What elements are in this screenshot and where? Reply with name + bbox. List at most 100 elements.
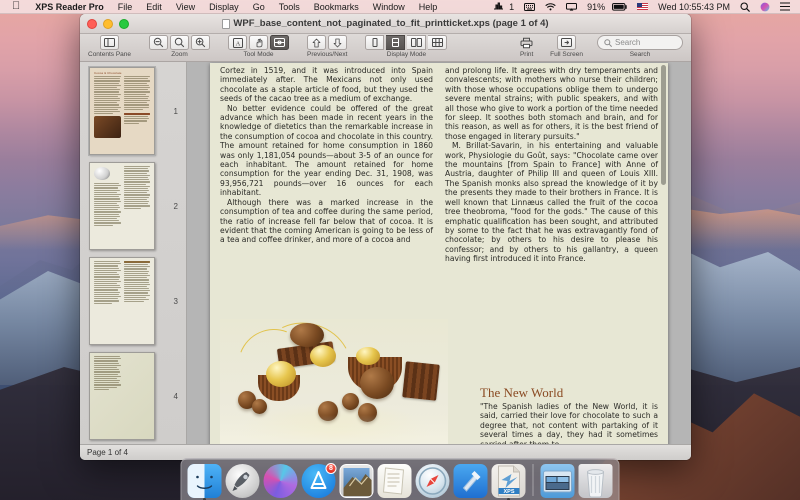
toolbar-group-search: Search Search: [597, 35, 683, 58]
toolbar-label-contents-pane: Contents Pane: [88, 50, 132, 58]
notification-center-icon[interactable]: [775, 2, 795, 11]
dock-item-xcode[interactable]: [453, 464, 488, 498]
two-page-icon[interactable]: [407, 35, 427, 50]
gold-foil-truffle-3: [356, 347, 380, 365]
xps-document-icon: XPS: [491, 464, 526, 498]
toolbar-group-full-screen: Full Screen: [550, 35, 583, 58]
document-left-column: Cortez in 1519, and it was introduced in…: [220, 66, 433, 264]
arrow-up-icon[interactable]: [307, 35, 327, 50]
dock-item-safari[interactable]: [415, 464, 450, 498]
paragraph-left-2: No better evidence could be offered of t…: [220, 103, 433, 198]
gold-foil-truffle-1: [266, 361, 296, 387]
page-thumbnail-4[interactable]: [89, 352, 155, 440]
dock-item-downloads[interactable]: [540, 464, 575, 498]
sidebar-toggle-icon[interactable]: [100, 35, 119, 50]
keyboard-input-icon[interactable]: [519, 2, 540, 11]
dock: 8 XPS: [180, 458, 620, 500]
menu-item-file[interactable]: File: [111, 0, 140, 14]
dock-item-trash[interactable]: [578, 464, 613, 498]
printer-icon[interactable]: [517, 35, 536, 50]
continuous-page-icon[interactable]: [386, 35, 406, 50]
dock-item-siri[interactable]: [263, 464, 298, 498]
toolbar-group-print: Print: [517, 35, 536, 58]
window-titlebar[interactable]: WPF_base_content_not_paginated_to_fit_pr…: [80, 14, 691, 34]
siri-icon: [263, 464, 298, 498]
menu-item-tools[interactable]: Tools: [272, 0, 307, 14]
thumbnail-number-1: 1: [173, 106, 178, 116]
minimize-button[interactable]: [103, 18, 113, 29]
document-right-column: and prolong life. It agrees with dry tem…: [445, 66, 658, 264]
sound-meter-icon[interactable]: [489, 2, 508, 11]
close-button[interactable]: [87, 18, 97, 29]
mail-icon: [339, 464, 374, 498]
chocolate-ball-4: [342, 393, 359, 410]
text-select-icon[interactable]: A: [228, 35, 248, 50]
thumbnail-row-3[interactable]: 3: [80, 257, 186, 345]
downloads-folder-icon: [540, 464, 575, 498]
thumbnail-row-4[interactable]: 4: [80, 352, 186, 440]
toolbar-label-full-screen: Full Screen: [550, 50, 583, 58]
menu-item-edit[interactable]: Edit: [139, 0, 169, 14]
menu-bar-left:  XPS Reader Pro File Edit View Display …: [5, 0, 444, 14]
document-icon: [222, 18, 231, 29]
hand-pan-icon[interactable]: [249, 35, 269, 50]
thumbnail-heading-1: Cocoa & Chocolate: [94, 71, 122, 75]
spotlight-search-icon[interactable]: [735, 1, 755, 12]
scrollbar-thumb[interactable]: [661, 65, 666, 185]
apple-logo-icon[interactable]: : [5, 1, 28, 12]
page-view[interactable]: Cortez in 1519, and it was introduced in…: [187, 62, 691, 444]
zoom-button[interactable]: [119, 18, 129, 29]
wifi-icon[interactable]: [540, 2, 561, 11]
page-thumbnail-3[interactable]: [89, 257, 155, 345]
full-screen-icon[interactable]: [557, 35, 577, 50]
menu-item-window[interactable]: Window: [366, 0, 412, 14]
zoom-out-icon[interactable]: [149, 35, 169, 50]
menu-item-go[interactable]: Go: [246, 0, 272, 14]
safari-icon: [415, 464, 450, 498]
menu-item-display[interactable]: Display: [202, 0, 246, 14]
toolbar-group-contents-pane: Contents Pane: [88, 35, 131, 58]
dock-item-mail[interactable]: [339, 464, 374, 498]
marquee-select-icon[interactable]: [270, 35, 290, 50]
page-scrollbar[interactable]: [660, 65, 667, 444]
zoom-reset-icon[interactable]: [170, 35, 190, 50]
menu-item-view[interactable]: View: [169, 0, 202, 14]
page-thumbnail-2[interactable]: [89, 162, 155, 250]
menu-app-name[interactable]: XPS Reader Pro: [28, 0, 111, 14]
page-thumbnail-1[interactable]: Cocoa & Chocolate: [88, 66, 156, 156]
page-columns: Cortez in 1519, and it was introduced in…: [220, 66, 658, 264]
single-page-icon[interactable]: [365, 35, 385, 50]
input-flag-icon[interactable]: [632, 3, 653, 10]
toolbar-group-zoom: Zoom: [149, 35, 211, 58]
grid-page-icon[interactable]: [428, 35, 448, 50]
paragraph-left-1: Cortez in 1519, and it was introduced in…: [220, 66, 433, 104]
siri-icon[interactable]: [755, 2, 775, 12]
dock-separator: [532, 464, 534, 496]
launchpad-icon: [225, 464, 260, 498]
contents-pane-sidebar[interactable]: Cocoa & Chocolate 1 2 3 4: [80, 62, 187, 444]
thumbnail-row-1[interactable]: Cocoa & Chocolate 1: [80, 66, 186, 156]
dock-item-launchpad[interactable]: [225, 464, 260, 498]
airplay-icon[interactable]: [561, 2, 582, 11]
thumbnail-row-2[interactable]: 2: [80, 162, 186, 250]
arrow-down-icon[interactable]: [328, 35, 348, 50]
window-content: Cocoa & Chocolate 1 2 3 4 Cortez in 1519…: [80, 62, 691, 444]
svg-text:A: A: [235, 40, 240, 47]
dock-item-finder[interactable]: [187, 464, 222, 500]
page-status-label: Page 1 of 4: [87, 448, 128, 457]
zoom-in-icon[interactable]: [191, 35, 211, 50]
trash-icon: [578, 464, 613, 498]
dock-item-app-store[interactable]: 8: [301, 463, 337, 498]
menu-clock[interactable]: Wed 10:55:43 PM: [653, 0, 735, 14]
search-field[interactable]: Search: [597, 35, 683, 50]
chocolate-bar-stack-2: [402, 361, 440, 401]
battery-icon[interactable]: [610, 2, 632, 11]
menu-item-bookmarks[interactable]: Bookmarks: [307, 0, 366, 14]
dock-item-notes[interactable]: [377, 464, 412, 498]
toolbar-label-display-mode: Display Mode: [386, 50, 427, 58]
search-input[interactable]: Search: [615, 38, 640, 47]
menu-item-help[interactable]: Help: [412, 0, 445, 14]
dock-item-xps-reader-pro[interactable]: XPS: [491, 464, 526, 500]
notes-icon: [377, 464, 412, 498]
window-title: WPF_base_content_not_paginated_to_fit_pr…: [233, 18, 549, 29]
